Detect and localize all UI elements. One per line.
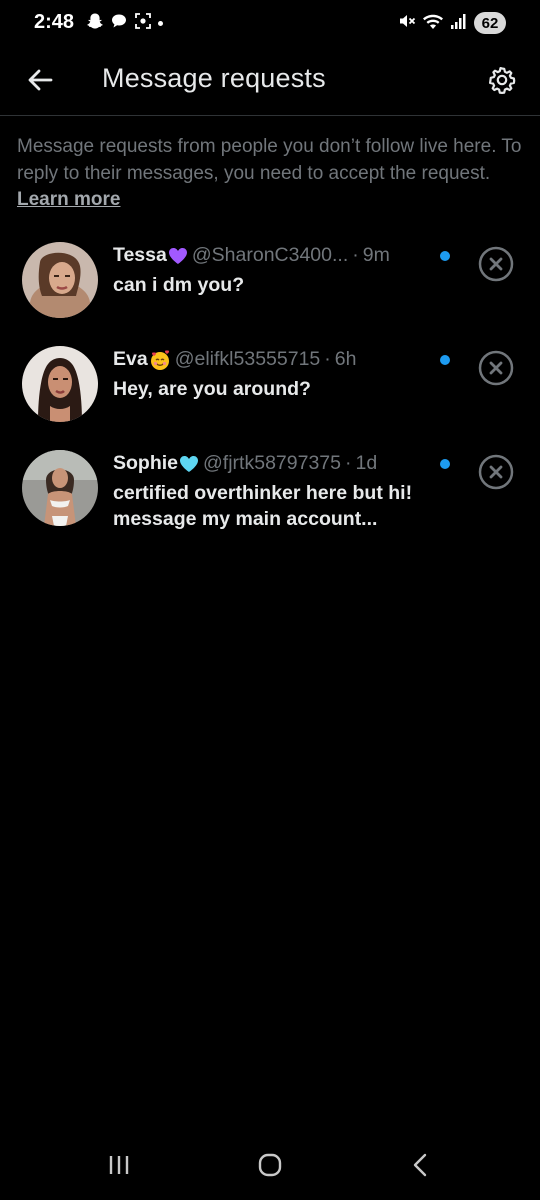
description-body: Message requests from people you don’t f… <box>17 136 522 184</box>
home-button[interactable] <box>250 1150 290 1180</box>
dismiss-request-button[interactable] <box>478 246 514 282</box>
separator: · <box>352 244 359 266</box>
close-circle-icon <box>478 350 514 386</box>
arrow-left-icon <box>28 69 53 91</box>
request-header: Sophie @fjrtk58797375 · 1d <box>113 452 453 475</box>
system-back-button[interactable] <box>401 1150 441 1180</box>
description-text: Message requests from people you don’t f… <box>17 134 527 214</box>
status-time: 2:48 <box>34 11 75 33</box>
unread-indicator <box>440 355 450 365</box>
back-button[interactable] <box>22 62 58 98</box>
separator: · <box>324 348 331 370</box>
message-preview: Hey, are you around? <box>113 378 311 400</box>
purple-heart-icon <box>168 247 188 265</box>
request-header: Eva @elifkl53555715 · 6h <box>113 348 453 371</box>
sender-handle: @fjrtk58797375 <box>203 452 341 474</box>
app-header: Message requests <box>0 48 540 116</box>
chat-bubble-icon <box>110 12 128 35</box>
recent-apps-button[interactable] <box>99 1150 139 1180</box>
gear-icon <box>489 67 516 94</box>
wifi-icon <box>422 12 444 35</box>
home-icon <box>258 1153 282 1177</box>
status-bar: 2:48 62 <box>0 0 540 48</box>
message-request-item[interactable]: Sophie @fjrtk58797375 · 1d certified ove… <box>0 450 540 546</box>
dismiss-request-button[interactable] <box>478 350 514 386</box>
separator: · <box>344 452 352 474</box>
avatar[interactable] <box>22 450 98 526</box>
sender-name: Eva <box>113 348 148 370</box>
sender-handle: @elifkl53555715 <box>174 348 321 370</box>
learn-more-link[interactable]: Learn more <box>17 189 120 210</box>
signal-icon <box>450 12 468 35</box>
request-header: Tessa @SharonC3400... · 9m <box>113 244 453 267</box>
status-left-icons <box>86 12 163 34</box>
sender-name: Sophie <box>113 452 179 474</box>
close-circle-icon <box>478 454 514 490</box>
unread-indicator <box>440 251 450 261</box>
smiling-face-with-hearts-icon <box>149 349 171 371</box>
notification-dot <box>158 20 163 26</box>
avatar[interactable] <box>22 242 98 318</box>
battery-icon: 62 <box>474 12 506 34</box>
screenshot-icon <box>134 12 152 35</box>
page-title: Message requests <box>102 63 326 93</box>
sender-handle: @SharonC3400... <box>191 244 349 266</box>
timestamp: 6h <box>334 348 357 370</box>
screen: 2:48 62 Message requests Message request… <box>0 0 540 1200</box>
sender-name: Tessa <box>113 244 167 266</box>
timestamp: 9m <box>362 244 390 266</box>
message-request-item[interactable]: Eva @elifkl53555715 · 6h Hey, are you ar… <box>0 346 540 442</box>
settings-button[interactable] <box>482 60 522 100</box>
timestamp: 1d <box>355 452 378 474</box>
close-circle-icon <box>478 246 514 282</box>
message-preview: can i dm you? <box>113 274 245 296</box>
back-icon <box>413 1153 427 1177</box>
light-blue-heart-icon <box>179 455 199 473</box>
mute-icon <box>398 12 416 35</box>
dismiss-request-button[interactable] <box>478 454 514 490</box>
message-request-item[interactable]: Tessa @SharonC3400... · 9m can i dm you? <box>0 242 540 338</box>
avatar[interactable] <box>22 346 98 422</box>
snapchat-icon <box>86 12 104 35</box>
status-right-icons: 62 <box>398 11 506 35</box>
recent-apps-icon <box>109 1156 129 1174</box>
message-preview: certified overthinker here but hi! messa… <box>113 482 413 530</box>
system-nav-bar <box>0 1130 540 1200</box>
unread-indicator <box>440 459 450 469</box>
